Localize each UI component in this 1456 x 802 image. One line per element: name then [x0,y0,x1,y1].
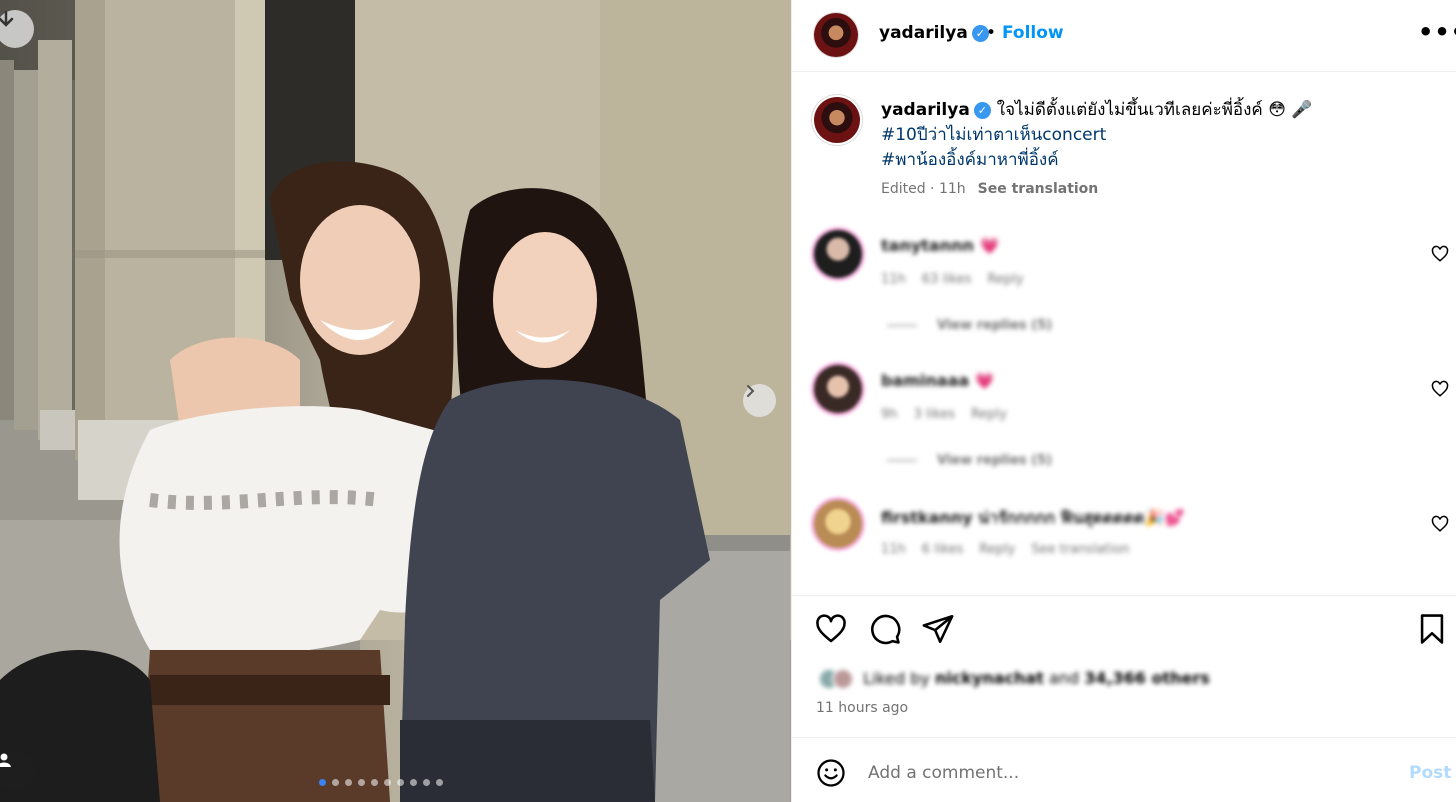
likes-and-label: and [1048,668,1080,688]
see-translation-link[interactable]: See translation [1031,542,1129,557]
comment-item: baminaaa 💗 9h 3 likes Reply View replies (… [792,363,1456,483]
hashtag-link[interactable]: #พาน้องอิ้งค์มาหาพี่อิ้งค์ [881,148,1421,173]
author-username-link[interactable]: yadarilya ✓ [879,23,989,43]
post-comment-button[interactable]: Post [1409,763,1451,783]
author-avatar[interactable] [814,13,858,57]
commenter-avatar[interactable] [814,500,862,548]
commenter-username[interactable]: baminaaa [881,371,969,390]
carousel-dot [436,779,443,786]
comment-text: 💗 [974,371,995,390]
caption-username[interactable]: yadarilya ✓ [881,100,991,120]
commenter-avatar[interactable] [814,365,862,413]
carousel-dot [332,779,339,786]
carousel-dot [371,779,378,786]
reply-button[interactable]: Reply [971,407,1007,422]
carousel-dot [358,779,365,786]
reply-button[interactable]: Reply [988,272,1024,287]
view-replies-label[interactable]: View replies (5) [937,318,1052,333]
carousel-dot [423,779,430,786]
commenter-username[interactable]: tanytannn [881,236,974,255]
carousel-dot-active [319,779,326,786]
arrow-down-icon [0,10,14,27]
comment-body: firstkanny น่ารักกกกก ฟินสุดดดดด🎉💕 [881,506,1185,531]
comment-time: 11h [881,542,906,557]
instagram-post-modal: yadarilya✓ • Follow ••• yadarilya✓ใจไม่ด… [0,0,1456,802]
post-caption: yadarilya ✓ ใจไม่ดีตั้งแต่ยังไม่ขึ้นเวทีเล… [881,98,1421,173]
comment-likes[interactable]: 6 likes [922,542,963,557]
comment-time: 9h [881,407,898,422]
author-username[interactable]: yadarilya [879,23,968,43]
heart-icon[interactable] [1431,380,1449,398]
replies-line [887,460,917,461]
view-replies-button[interactable]: View replies (5) [887,453,1052,468]
liked-by-label: Liked by [863,668,930,688]
likes-summary[interactable]: Liked by nickynachat and 34,366 others [818,668,1210,690]
comment-body: tanytannn 💗 [881,236,999,255]
comment-time: 11h [881,272,906,287]
see-translation-link[interactable]: See translation [978,181,1099,197]
comment-item: tanytannn 💗 11h 63 likes Reply View replie… [792,228,1456,348]
comment-text: 💗 [979,236,1000,255]
post-actions: Liked by nickynachat and 34,366 others 1… [792,595,1456,735]
comment-meta: 9h 3 likes Reply [881,407,1023,422]
follow-button[interactable]: Follow [1002,23,1064,43]
comment-meta: 11h 6 likes Reply See translation [881,542,1146,557]
comment-likes[interactable]: 63 likes [922,272,972,287]
likes-others-count[interactable]: 34,366 others [1084,669,1210,688]
liker-avatar [832,668,854,690]
caption-meta: Edited · 11h See translation [881,181,1098,197]
separator-dot: • [986,23,997,43]
view-replies-label[interactable]: View replies (5) [937,453,1052,468]
comment-likes[interactable]: 3 likes [914,407,955,422]
carousel-dot [384,779,391,786]
caption-text: ใจไม่ดีตั้งแต่ยังไม่ขึ้นเวทีเลยค่ะพี่อิ้… [996,100,1313,120]
add-comment-input[interactable] [868,760,1348,786]
caption-username-text[interactable]: yadarilya [881,100,970,120]
user-icon [0,753,11,767]
reply-button[interactable]: Reply [979,542,1015,557]
next-slide-button[interactable] [743,384,776,417]
post-timestamp: 11 hours ago [816,700,909,716]
comment-item: firstkanny น่ารักกกกก ฟินสุดดดดด🎉💕 11h 6 … [792,498,1456,588]
comment-body: baminaaa 💗 [881,371,995,390]
comment-bubble-icon[interactable] [868,612,902,646]
heart-icon[interactable] [1431,515,1449,533]
comment-meta: 11h 63 likes Reply [881,272,1040,287]
carousel-dot [397,779,404,786]
heart-icon[interactable] [1431,245,1449,263]
post-header: yadarilya✓ • Follow ••• [792,0,1456,72]
emoji-smile-icon[interactable] [816,758,846,788]
replies-line [887,325,917,326]
commenter-username[interactable]: firstkanny [881,508,973,527]
chevron-right-icon [747,385,755,397]
carousel-dot [410,779,417,786]
carousel-dot [345,779,352,786]
photo-scene [0,0,791,802]
liker-username[interactable]: nickynachat [935,669,1044,688]
add-comment-bar: Post [792,737,1456,802]
caption-author-avatar[interactable] [814,97,860,143]
view-replies-button[interactable]: View replies (5) [887,318,1052,333]
share-send-icon[interactable] [921,612,955,646]
verified-badge-icon: ✓ [973,102,991,119]
post-details-panel: yadarilya✓ • Follow ••• yadarilya✓ใจไม่ด… [791,0,1456,802]
hashtag-link[interactable]: #10ปีว่าไม่เท่าตาเห็นconcert [881,123,1421,148]
carousel-indicator [319,779,443,786]
like-heart-icon[interactable] [814,612,848,646]
post-photo[interactable] [0,0,791,802]
commenter-avatar[interactable] [814,230,862,278]
save-bookmark-icon[interactable] [1415,612,1449,646]
comment-text: น่ารักกกกก ฟินสุดดดดด🎉💕 [978,508,1185,527]
edited-timestamp: Edited · 11h [881,181,966,197]
more-options-button[interactable]: ••• [1418,18,1456,46]
